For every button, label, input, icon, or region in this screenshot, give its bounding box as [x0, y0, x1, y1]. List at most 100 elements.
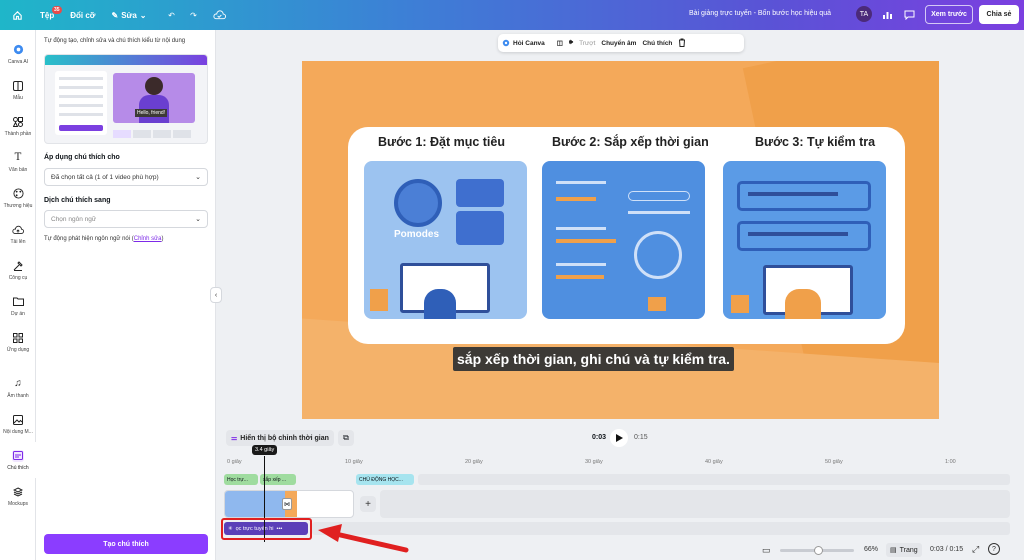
pages-button[interactable]: ▤ Trang — [886, 543, 922, 557]
fullscreen-icon[interactable]: ⤢ — [972, 544, 979, 555]
rail-item-projects[interactable]: Dự án — [0, 288, 36, 324]
rail-item-upload[interactable]: Tải lên — [0, 216, 36, 252]
tick: 1:00 — [945, 459, 956, 465]
rail-label: Nội dung M... — [3, 428, 33, 435]
file-menu-button[interactable]: Tệp 35 — [34, 4, 62, 26]
audio-track-bg — [312, 522, 1010, 535]
pages-icon: ▤ — [890, 547, 897, 554]
transition-handle[interactable]: ⋈ — [282, 498, 292, 510]
redo-icon[interactable]: ↷ — [182, 4, 204, 26]
undo-icon[interactable]: ↶ — [160, 4, 182, 26]
share-button[interactable]: Chia sẻ — [979, 5, 1019, 24]
preview-label: Xem trước — [931, 11, 967, 18]
tools-icon — [12, 260, 24, 272]
total-time: 0:15 — [634, 434, 648, 441]
rail-label: Thương hiệu — [3, 202, 33, 209]
rail-item-brand[interactable]: Thương hiệu — [0, 180, 36, 216]
resize-button[interactable]: Đổi cỡ — [64, 4, 101, 26]
tick: 30 giây — [585, 459, 603, 465]
zoom-level[interactable]: 66% — [864, 546, 878, 553]
show-timing-button[interactable]: ⚌ Hiển thị bộ chỉnh thời gian — [226, 430, 334, 446]
checklist-box-1 — [737, 181, 871, 211]
apps-icon — [12, 332, 24, 344]
add-clip-button[interactable]: + — [360, 496, 376, 512]
transition-button[interactable]: Trượt — [579, 40, 595, 47]
edit-language-link[interactable]: Chỉnh sửa — [134, 236, 162, 242]
volume-icon[interactable]: 🕪 — [569, 39, 573, 47]
animate-button[interactable]: Chuyển âm — [601, 40, 636, 47]
create-captions-button[interactable]: Tạo chú thích — [44, 534, 208, 554]
rail-item-tools[interactable]: Công cụ — [0, 252, 36, 288]
pages-label: Trang — [899, 546, 918, 554]
home-icon[interactable] — [6, 4, 28, 26]
rail-label: Âm thanh — [7, 392, 29, 399]
translate-heading: Dịch chú thích sang — [44, 197, 111, 204]
play-icon — [615, 434, 623, 442]
person-illustration — [145, 77, 163, 95]
play-button[interactable] — [610, 429, 628, 447]
trash-icon[interactable] — [678, 38, 686, 49]
caption-clip[interactable]: CHỦ ĐỘNG HỌC... — [356, 474, 414, 485]
plant-icon — [731, 295, 749, 313]
caption-edit-icon[interactable]: ⧉ — [338, 430, 354, 446]
rail-item-captions[interactable]: Chú thích — [0, 442, 36, 478]
rail-item-templates[interactable]: Mẫu — [0, 72, 36, 108]
caption-track-bg — [418, 474, 1010, 485]
file-badge: 35 — [52, 6, 62, 14]
insights-icon[interactable] — [876, 4, 898, 26]
upload-icon — [12, 224, 24, 236]
ask-canva-button[interactable]: Hỏi Canva — [502, 39, 545, 47]
chevron-down-icon: ⌄ — [195, 174, 201, 181]
slide-canvas[interactable]: Bước 1: Đặt mục tiêu Bước 2: Sắp xếp thờ… — [302, 61, 939, 419]
help-icon[interactable]: ? — [988, 543, 1000, 555]
step3-illustration — [723, 161, 886, 319]
translate-select[interactable]: Chọn ngôn ngữ ⌄ — [44, 210, 208, 228]
rail-item-media[interactable]: Nội dung M... — [0, 406, 36, 442]
rail-label: Ứng dụng — [6, 346, 30, 353]
caption-clip[interactable]: Học trự... — [224, 474, 258, 485]
apply-heading: Áp dụng chú thích cho — [44, 154, 120, 161]
compass-icon — [634, 231, 682, 279]
flip-icon[interactable]: ◫ — [557, 39, 563, 47]
edit-menu-button[interactable]: ✎ Sửa ⌄ — [105, 4, 152, 26]
rail-item-text[interactable]: T Văn bản — [0, 144, 36, 180]
comment-icon[interactable] — [898, 4, 920, 26]
caption-clip[interactable]: sắp xếp ... — [260, 474, 296, 485]
slide-subtitle[interactable]: sắp xếp thời gian, ghi chú và tự kiểm tr… — [453, 347, 734, 371]
preview-button[interactable]: Xem trước — [925, 5, 973, 24]
rail-label: Thành phần — [4, 130, 32, 137]
preview-timeline — [113, 130, 205, 138]
zoom-slider-thumb[interactable] — [814, 546, 823, 555]
rail-item-apps[interactable]: Ứng dụng — [0, 324, 36, 360]
context-toolbar: Hỏi Canva ◫ 🕪 Trượt Chuyển âm Chú thích — [498, 34, 744, 52]
captions-icon — [12, 449, 24, 462]
rail-item-mockups[interactable]: Mockups — [0, 478, 36, 514]
step2-title: Bước 2: Sắp xếp thời gian — [552, 135, 709, 149]
share-label: Chia sẻ — [986, 11, 1012, 18]
collapse-panel-button[interactable]: ‹ — [210, 287, 222, 303]
bottom-bar: ▭ 66% ▤ Trang 0:03 / 0:15 ⤢ ? — [218, 540, 1024, 560]
chevron-down-icon: ⌄ — [139, 10, 147, 20]
captions-button[interactable]: Chú thích — [642, 40, 672, 47]
apply-select[interactable]: Đã chọn tất cả (1 of 1 video phù hợp) ⌄ — [44, 168, 208, 186]
zoom-slider[interactable] — [780, 546, 854, 555]
avatar[interactable]: TA — [856, 6, 872, 22]
rail-item-canva-ai[interactable]: Canva AI — [0, 36, 36, 72]
left-rail: Canva AI Mẫu Thành phần T Văn bản Thương… — [0, 30, 36, 560]
notes-icon[interactable]: ▭ — [762, 545, 771, 556]
text-icon: T — [14, 152, 22, 163]
rail-label: Mockups — [7, 500, 28, 507]
tick: 0 giây — [227, 459, 242, 465]
pomodoro-label: Pomodes — [394, 229, 440, 240]
apply-value: Đã chọn tất cả (1 of 1 video phù hợp) — [51, 173, 159, 181]
cloud-save-icon[interactable] — [208, 4, 230, 26]
edit-menu-label: Sửa — [121, 10, 137, 20]
show-timing-label: Hiển thị bộ chỉnh thời gian — [240, 434, 329, 442]
document-title[interactable]: Bài giảng trực tuyến - Bốn bước học hiệu… — [689, 10, 831, 17]
rail-item-audio[interactable]: ♫ Âm thanh — [0, 370, 36, 406]
music-icon: ♫ — [14, 378, 22, 389]
rail-item-elements[interactable]: Thành phần — [0, 108, 36, 144]
step1-title: Bước 1: Đặt mục tiêu — [378, 135, 505, 149]
elements-icon — [12, 116, 24, 128]
folder-icon — [12, 296, 24, 308]
